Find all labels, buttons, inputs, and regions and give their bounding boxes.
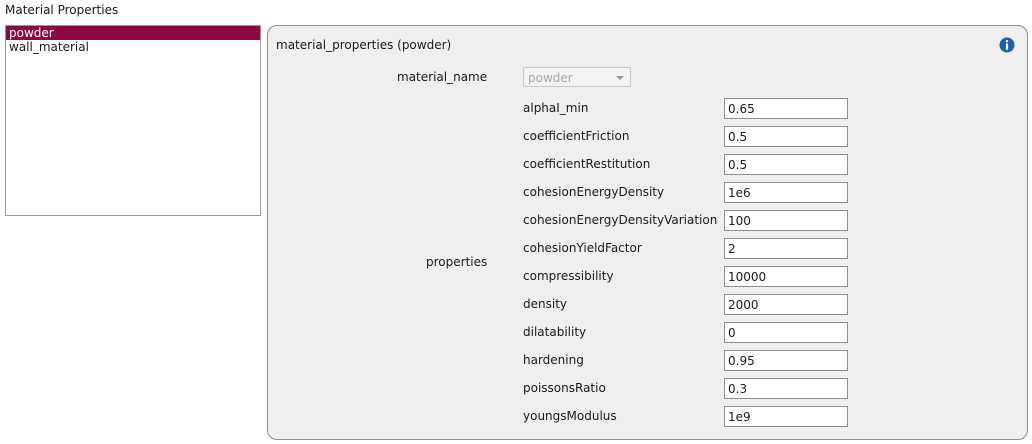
property-input-1[interactable] (724, 126, 848, 147)
materials-list[interactable]: powder wall_material (5, 25, 261, 216)
property-label-6: compressibility (523, 269, 614, 283)
property-input-0[interactable] (724, 98, 848, 119)
property-input-7[interactable] (724, 294, 848, 315)
property-input-6[interactable] (724, 266, 848, 287)
material-properties-panel: material_properties (powder) material_na… (267, 25, 1028, 440)
property-input-9[interactable] (724, 350, 848, 371)
material-name-label: material_name (397, 70, 488, 84)
property-input-11[interactable] (724, 406, 848, 427)
property-label-0: alphaI_min (523, 101, 589, 115)
info-icon[interactable] (999, 37, 1015, 53)
property-input-10[interactable] (724, 378, 848, 399)
list-item-wall-material[interactable]: wall_material (6, 40, 260, 54)
property-input-3[interactable] (724, 182, 848, 203)
property-input-2[interactable] (724, 154, 848, 175)
property-label-9: hardening (523, 353, 584, 367)
property-label-2: coefficientRestitution (523, 157, 651, 171)
property-label-3: cohesionEnergyDensity (523, 185, 665, 199)
material-name-value: powder (528, 71, 573, 85)
property-input-8[interactable] (724, 322, 848, 343)
property-label-5: cohesionYieldFactor (523, 241, 642, 255)
list-item-powder[interactable]: powder (6, 26, 260, 40)
section-title: Material Properties (5, 3, 119, 17)
property-label-10: poissonsRatio (523, 381, 606, 395)
property-label-11: youngsModulus (523, 409, 617, 423)
property-input-5[interactable] (724, 238, 848, 259)
property-label-8: dilatability (523, 325, 587, 339)
chevron-down-icon (616, 76, 624, 80)
property-label-1: coefficientFriction (523, 129, 630, 143)
property-input-4[interactable] (724, 210, 848, 231)
properties-label: properties (426, 255, 488, 269)
material-name-select[interactable]: powder (523, 67, 631, 87)
property-label-7: density (523, 297, 567, 311)
property-label-4: cohesionEnergyDensityVariation (523, 213, 718, 227)
panel-title: material_properties (powder) (276, 38, 452, 52)
